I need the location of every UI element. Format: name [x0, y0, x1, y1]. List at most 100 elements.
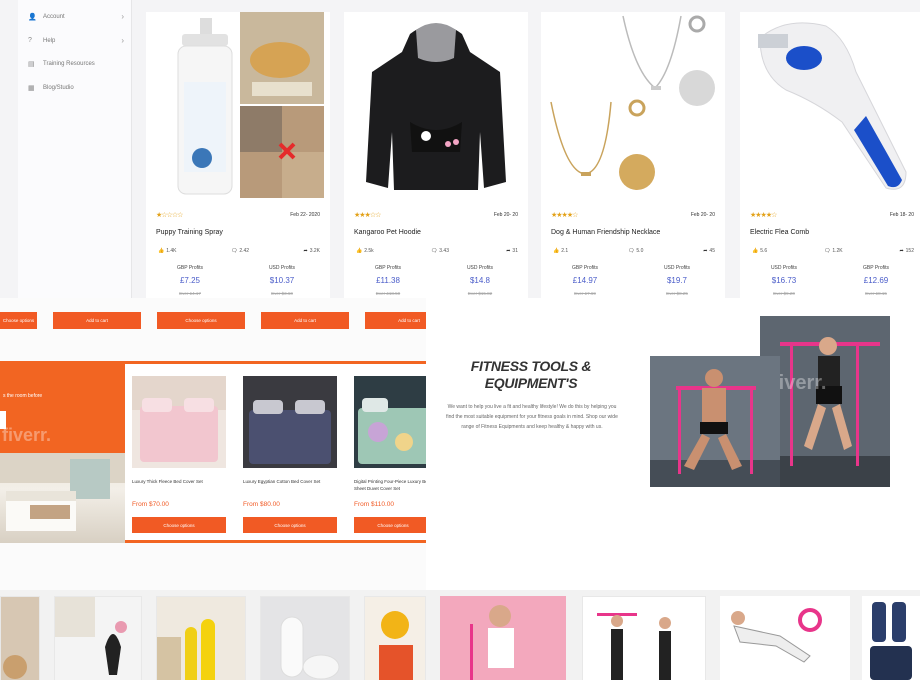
comments-stat: 🗨 3.43: [430, 248, 449, 254]
comment-icon: 🗨: [628, 248, 635, 254]
product-image: [547, 12, 719, 198]
decor-thumbnail[interactable]: [156, 596, 246, 680]
share-icon: ➦: [303, 248, 308, 254]
profit-old: Ever $9.20: [773, 291, 795, 296]
hero-bedroom-image: [0, 453, 125, 543]
comment-icon: 🗨: [230, 248, 238, 254]
decor-thumbnail[interactable]: [260, 596, 350, 680]
product-title[interactable]: Luxury Thick Fleece Bed Cover Set: [132, 478, 228, 485]
shares-stat: ➦ 152: [899, 248, 914, 254]
product-image: [746, 12, 918, 198]
title-line: FITNESS TOOLS &: [470, 358, 592, 374]
product-title[interactable]: Electric Flea Comb: [750, 229, 809, 236]
product-image: [152, 12, 324, 198]
add-to-cart-button[interactable]: Add to cart: [53, 312, 141, 329]
profit-value: $14.8: [469, 276, 491, 285]
profit-old: Ever $3.60: [271, 291, 293, 296]
product-price: From $70.00: [132, 501, 169, 508]
likes-stat: 👍 1.4K: [158, 248, 177, 254]
product-date: Feb 20- 20: [493, 212, 518, 218]
bedding-products: Luxury Thick Fleece Bed Cover Set From $…: [125, 364, 426, 540]
profit-label: USD Profits: [663, 265, 691, 271]
shares-stat: ➦ 45: [703, 248, 715, 254]
decor-thumbnail[interactable]: [0, 596, 40, 680]
user-icon: 👤: [28, 13, 37, 21]
product-stats: 👍 1.4K 🗨 2.42 ➦ 3.2K: [158, 248, 320, 254]
choose-options-button[interactable]: Choose options: [0, 312, 37, 329]
product-image: [354, 376, 426, 468]
profit-value: $16.73: [771, 276, 797, 285]
comments-stat: 🗨 5.0: [628, 248, 644, 254]
sidebar-item-training[interactable]: ▤ Training Resources: [28, 60, 124, 68]
profit-label: GBP Profits: [862, 265, 890, 271]
profit-old: Ever £8.15: [865, 291, 887, 296]
profit-label: USD Profits: [466, 265, 494, 271]
product-image: [132, 376, 226, 468]
fitness-thumbnail[interactable]: [582, 596, 706, 680]
product-card[interactable]: ★★★☆☆ Feb 20- 20 Kangaroo Pet Hoodie 👍 2.…: [344, 12, 528, 298]
add-to-cart-button[interactable]: Add to cart: [261, 312, 349, 329]
product-date: Feb 18- 20: [889, 212, 914, 218]
add-to-cart-button[interactable]: Add to cart: [365, 312, 426, 329]
product-card[interactable]: Digital Printing Four-Piece Luxury Bed S…: [350, 370, 426, 536]
thumbs-up-icon: 👍: [356, 248, 363, 254]
choose-options-button[interactable]: Choose options: [354, 517, 426, 533]
thumbs-up-icon: 👍: [553, 248, 560, 254]
hero-text: s the room before: [3, 393, 43, 399]
sidebar-item-help[interactable]: ? Help ›: [28, 36, 124, 45]
choose-options-button[interactable]: Choose options: [132, 517, 226, 533]
share-icon: ➦: [703, 248, 708, 254]
decor-thumbnail[interactable]: [364, 596, 426, 680]
hero-left: s the room before fiverr.: [0, 361, 125, 543]
sidebar-item-label: Blog/Studio: [43, 85, 74, 91]
fitness-thumbnail[interactable]: [440, 596, 566, 680]
profit-value: £12.69: [863, 276, 889, 285]
share-icon: ➦: [506, 248, 511, 254]
share-icon: ➦: [899, 248, 904, 254]
profit-label: GBP Profits: [571, 265, 599, 271]
comments-stat: 🗨 1.2K: [823, 248, 843, 254]
watermark: fiverr.: [772, 372, 827, 394]
product-title[interactable]: Luxury Egyptian Cotton Bed Cover Set: [243, 478, 339, 485]
sidebar-item-blog[interactable]: ▦ Blog/Studio: [28, 84, 124, 92]
thumbs-up-icon: 👍: [158, 248, 165, 254]
product-title[interactable]: Digital Printing Four-Piece Luxury Bed S…: [354, 478, 426, 492]
product-date: Feb 22- 2020: [290, 212, 320, 218]
profit-old: Ever $8.25: [666, 291, 688, 296]
question-icon: ?: [28, 37, 32, 44]
likes-stat: 👍 2.5k: [356, 248, 374, 254]
product-card[interactable]: ★☆☆☆☆ Feb 22- 2020 Puppy Training Spray …: [146, 12, 330, 298]
product-image: [243, 376, 337, 468]
comments-stat: 🗨 2.42: [230, 248, 250, 254]
profit-old: Ever $15.82: [467, 291, 493, 296]
sidebar-item-account[interactable]: 👤 Account ›: [28, 12, 124, 21]
shares-stat: ➦ 3.2K: [303, 248, 321, 254]
product-card[interactable]: Luxury Thick Fleece Bed Cover Set From $…: [128, 370, 230, 536]
product-title[interactable]: Dog & Human Friendship Necklace: [551, 229, 660, 236]
product-card[interactable]: ★★★★☆ Feb 18- 20 Electric Flea Comb 👍 5.6…: [740, 12, 920, 298]
rating-stars: ★☆☆☆☆: [156, 212, 183, 219]
choose-options-button[interactable]: Choose options: [157, 312, 245, 329]
product-title[interactable]: Kangaroo Pet Hoodie: [354, 229, 421, 236]
profit-value: $19.7: [666, 276, 688, 285]
product-price: From $80.00: [243, 501, 280, 508]
product-image: [350, 12, 522, 198]
product-title[interactable]: Puppy Training Spray: [156, 229, 223, 236]
product-card[interactable]: ★★★★☆ Feb 20- 20 Dog & Human Friendship …: [541, 12, 725, 298]
grid-icon: ▦: [28, 85, 35, 92]
sidebar: 👤 Account › ? Help › ▤ Training Resource…: [18, 0, 132, 298]
choose-options-button[interactable]: Choose options: [243, 517, 337, 533]
fitness-man-image: [650, 356, 780, 487]
decor-thumbnail[interactable]: [54, 596, 142, 680]
product-card[interactable]: Luxury Egyptian Cotton Bed Cover Set Fro…: [239, 370, 341, 536]
rating-stars: ★★★★☆: [551, 212, 578, 219]
fitness-thumbnail[interactable]: [720, 596, 850, 680]
sidebar-item-label: Account: [43, 13, 65, 20]
section-title: FITNESS TOOLS & EQUIPMENT'S: [446, 358, 616, 392]
profit-old: Ever £4.17: [179, 291, 201, 296]
hero-banner: s the room before fiverr. Luxury Thick F…: [0, 361, 426, 543]
product-date: Feb 20- 20: [690, 212, 715, 218]
dropship-products-panel: 👤 Account › ? Help › ▤ Training Resource…: [0, 0, 920, 298]
profit-value: £11.38: [376, 276, 400, 285]
fitness-thumbnail[interactable]: [862, 596, 920, 680]
